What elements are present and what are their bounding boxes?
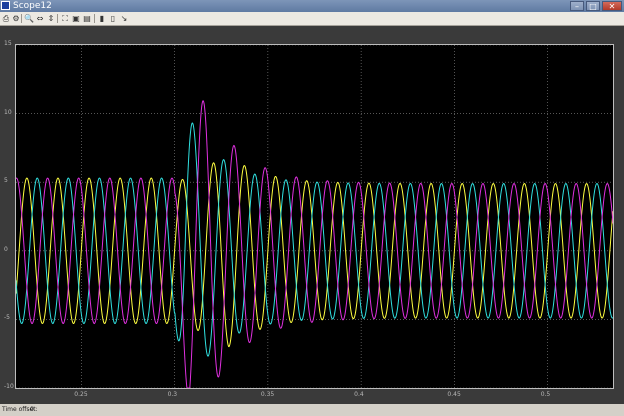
toolbar-separator — [94, 14, 95, 23]
x-tick-label: 0.4 — [354, 391, 364, 398]
y-tick-label: 15 — [4, 40, 12, 47]
scope-toolbar: ⎙ ⚙ 🔍 ⇔ ⇕ ⛶ ▣ ▤ ▮ ▯ ↘ — [0, 12, 624, 26]
toolbar-separator — [21, 14, 22, 23]
minimize-button[interactable]: – — [570, 1, 584, 11]
toolbar-separator — [57, 14, 58, 23]
y-tick-label: -5 — [4, 314, 10, 322]
zoom-x-icon[interactable]: ⇔ — [35, 13, 45, 24]
scope-app-icon — [1, 1, 10, 10]
x-tick-label: 0.25 — [74, 391, 88, 398]
float-scope-icon[interactable]: ▮ — [97, 13, 107, 24]
save-axes-icon[interactable]: ▣ — [71, 13, 81, 24]
x-tick-label: 0.35 — [260, 391, 275, 398]
status-bar: Time offset: 0 — [0, 404, 624, 416]
lock-axes-icon[interactable]: ▯ — [108, 13, 118, 24]
window-controls: – □ ✕ — [570, 1, 622, 11]
y-tick-label: 10 — [4, 108, 12, 116]
close-button[interactable]: ✕ — [602, 1, 622, 11]
maximize-button[interactable]: □ — [586, 1, 600, 11]
zoom-icon[interactable]: 🔍 — [24, 13, 34, 24]
x-tick-label: 0.5 — [540, 391, 551, 398]
zoom-y-icon[interactable]: ⇕ — [46, 13, 56, 24]
waveform-chart — [16, 45, 613, 388]
x-tick-label: 0.3 — [167, 391, 178, 398]
print-icon[interactable]: ⎙ — [1, 13, 11, 24]
plot-area[interactable] — [15, 44, 614, 389]
time-offset-value: 0 — [30, 406, 34, 413]
params-icon[interactable]: ⚙ — [11, 13, 21, 24]
restore-axes-icon[interactable]: ▤ — [82, 13, 92, 24]
window-title: Scope12 — [13, 1, 52, 11]
y-tick-label: 0 — [4, 245, 8, 253]
y-tick-label: 5 — [4, 177, 8, 185]
y-tick-label: -10 — [4, 383, 14, 390]
autoscale-icon[interactable]: ⛶ — [60, 13, 70, 24]
title-bar: Scope12 – □ ✕ — [0, 0, 624, 12]
signal-selection-icon[interactable]: ↘ — [119, 13, 129, 24]
x-tick-label: 0.45 — [447, 391, 461, 398]
